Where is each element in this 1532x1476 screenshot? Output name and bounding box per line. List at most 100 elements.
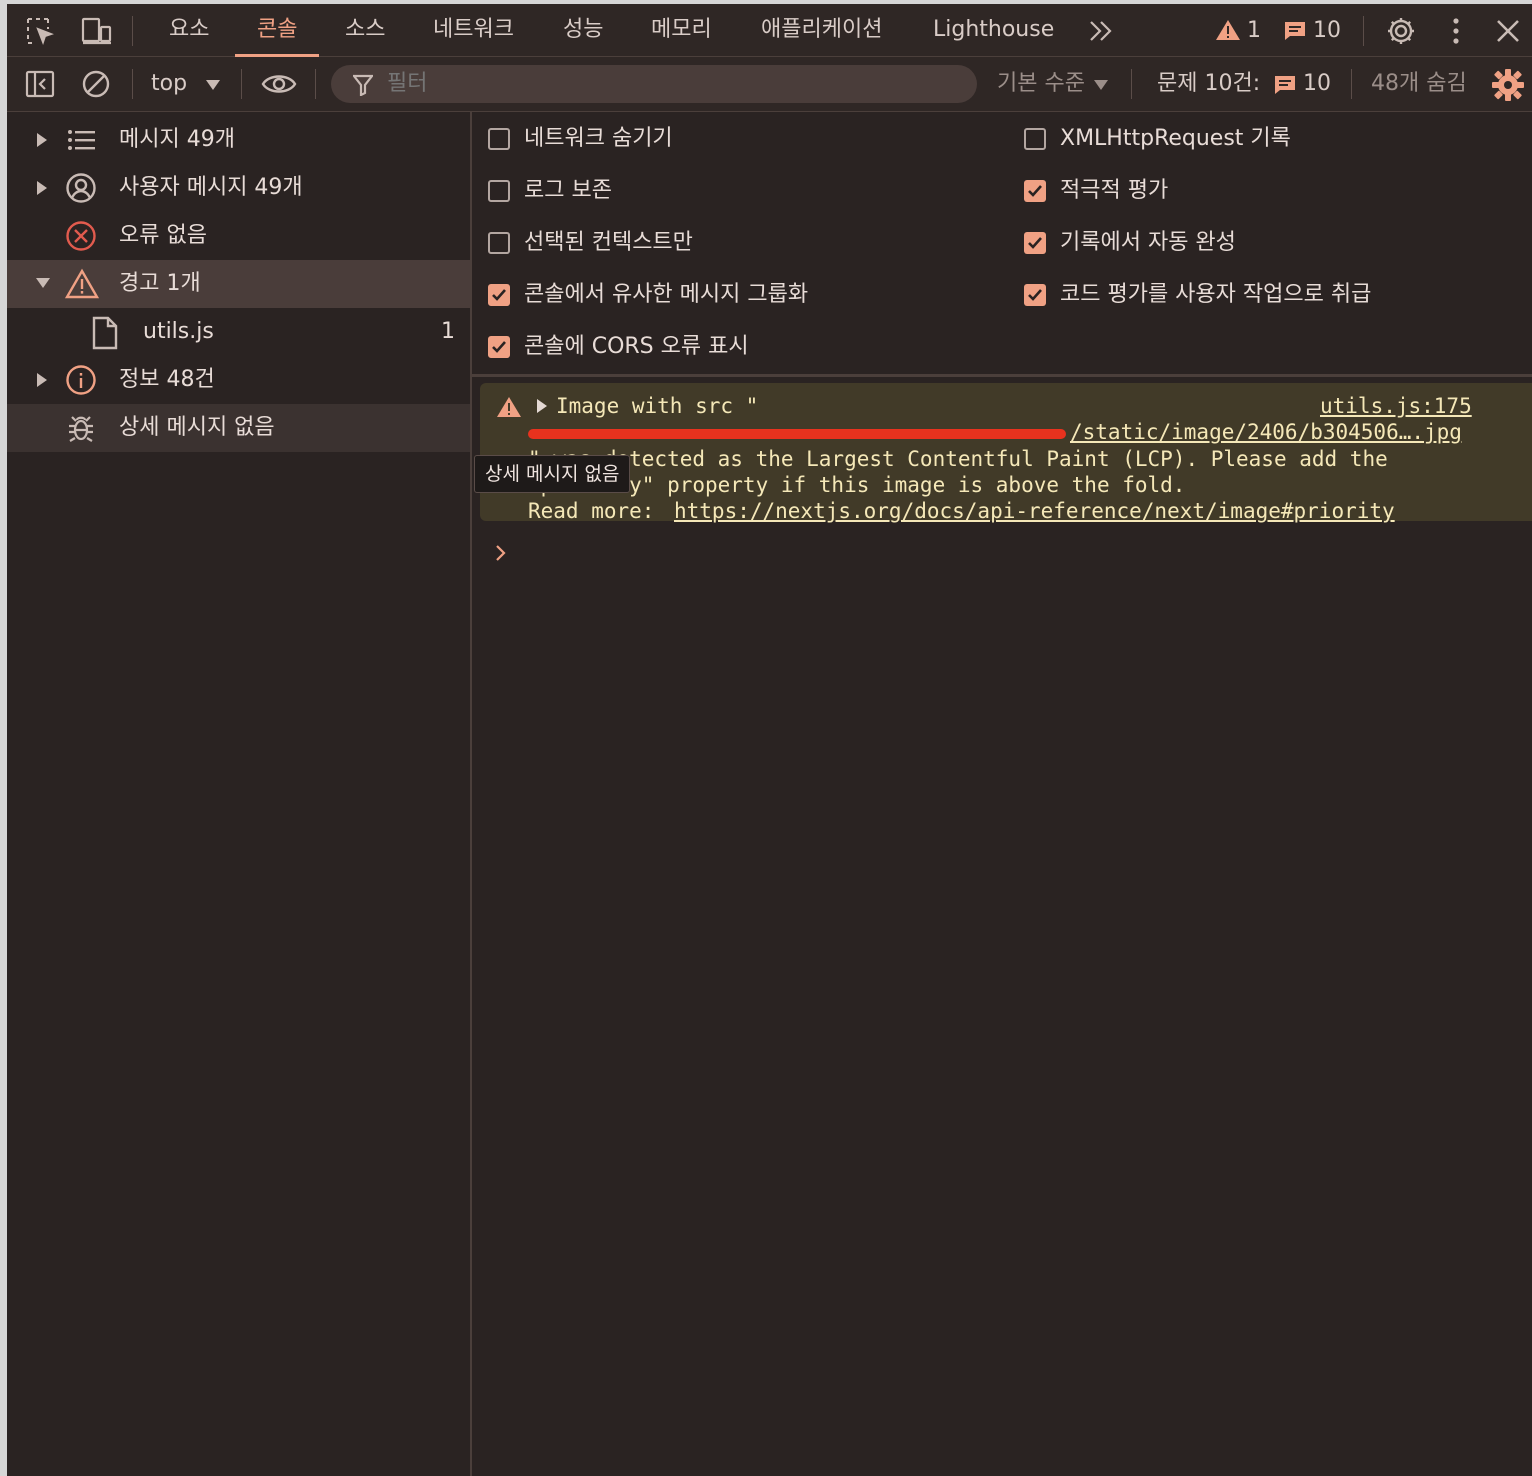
bug-icon xyxy=(65,412,97,444)
tab-memory[interactable]: 메모리 xyxy=(651,4,712,56)
tab-application[interactable]: 애플리케이션 xyxy=(761,4,882,56)
filter-input[interactable] xyxy=(387,65,947,103)
tab-network[interactable]: 네트워크 xyxy=(433,4,514,56)
console-toolbar: top 기본 수준 문제 10건: 10 48개 숨김 xyxy=(7,57,1532,112)
group-similar-option[interactable]: 콘솔에서 유사한 메시지 그룹화 xyxy=(472,274,992,314)
context-selector[interactable]: top xyxy=(151,57,187,111)
message-text-line-1: Image with src " xyxy=(556,394,759,418)
hidden-count: 48개 숨김 xyxy=(1371,71,1467,96)
option-label: 콘솔에서 유사한 메시지 그룹화 xyxy=(524,282,809,307)
issues-count[interactable]: 10 xyxy=(1303,57,1331,111)
log-level-dropdown-icon[interactable] xyxy=(1093,79,1123,109)
clear-console-icon[interactable] xyxy=(81,69,111,99)
more-tabs-icon[interactable] xyxy=(1087,18,1117,48)
expand-arrow-icon[interactable] xyxy=(35,372,49,388)
tab-elements[interactable]: 요소 xyxy=(169,4,209,56)
option-label: 기록에서 자동 완성 xyxy=(1060,230,1236,255)
sidebar-item-messages[interactable]: 메시지 49개 xyxy=(7,116,470,164)
eager-evaluation-checkbox[interactable] xyxy=(1024,180,1046,202)
selected-context-only-option[interactable]: 선택된 컨텍스트만 xyxy=(472,222,992,262)
option-label: 로그 보존 xyxy=(524,178,612,203)
sidebar-item-label: 오류 없음 xyxy=(119,223,207,248)
expand-message-icon[interactable] xyxy=(536,398,548,414)
sidebar-item-errors[interactable]: 오류 없음 xyxy=(7,212,470,260)
source-link[interactable]: utils.js:175 xyxy=(1320,393,1472,419)
group-similar-checkbox[interactable] xyxy=(488,284,510,306)
expand-arrow-icon[interactable] xyxy=(35,132,49,148)
user-activation-eval-option[interactable]: 코드 평가를 사용자 작업으로 취급 xyxy=(1008,274,1528,314)
list-icon xyxy=(65,124,97,156)
message-count[interactable]: 10 xyxy=(1313,16,1341,46)
sidebar-item-label: 메시지 49개 xyxy=(119,127,235,152)
show-cors-errors-option[interactable]: 콘솔에 CORS 오류 표시 xyxy=(472,326,992,366)
redaction-mark xyxy=(528,429,1066,439)
tab-lighthouse[interactable]: Lighthouse xyxy=(933,4,1054,56)
hide-network-checkbox[interactable] xyxy=(488,128,510,150)
selected-context-only-checkbox[interactable] xyxy=(488,232,510,254)
console-output: Image with src " utils.js:175 /static/im… xyxy=(472,377,1532,1476)
hide-network-option[interactable]: 네트워크 숨기기 xyxy=(472,118,992,158)
console-prompt-icon[interactable] xyxy=(494,543,508,563)
inspect-element-icon[interactable] xyxy=(25,16,55,46)
file-icon xyxy=(91,316,123,350)
filter-box[interactable] xyxy=(331,65,977,103)
settings-gear-icon[interactable] xyxy=(1385,15,1415,45)
option-label: 콘솔에 CORS 오류 표시 xyxy=(524,334,749,359)
filter-funnel-icon xyxy=(353,74,373,96)
device-toolbar-icon[interactable] xyxy=(81,16,112,46)
warning-count[interactable]: 1 xyxy=(1247,16,1261,46)
image-url-link[interactable]: /static/image/2406/b304506….jpg xyxy=(1070,419,1462,445)
preserve-log-checkbox[interactable] xyxy=(488,180,510,202)
context-dropdown-icon[interactable] xyxy=(205,79,235,109)
autocomplete-history-option[interactable]: 기록에서 자동 완성 xyxy=(1008,222,1528,262)
preserve-log-option[interactable]: 로그 보존 xyxy=(472,170,992,210)
sidebar-item-label: utils.js xyxy=(143,319,214,344)
tooltip: 상세 메시지 없음 xyxy=(474,455,631,493)
message-text-line-3: " was detected as the Largest Contentful… xyxy=(528,447,1388,471)
docs-link[interactable]: https://nextjs.org/docs/api-reference/ne… xyxy=(674,498,1395,524)
sidebar-item-verbose[interactable]: 상세 메시지 없음 xyxy=(7,404,470,452)
sidebar-item-label: 상세 메시지 없음 xyxy=(119,415,275,440)
tab-performance[interactable]: 성능 xyxy=(563,4,603,56)
sidebar-item-label: 사용자 메시지 49개 xyxy=(119,175,303,200)
warning-count-icon[interactable] xyxy=(1215,18,1245,48)
warning-message-icon xyxy=(496,395,522,419)
user-activation-eval-checkbox[interactable] xyxy=(1024,284,1046,306)
sidebar-item-user-messages[interactable]: 사용자 메시지 49개 xyxy=(7,164,470,212)
more-options-icon[interactable] xyxy=(1447,16,1477,46)
option-label: 적극적 평가 xyxy=(1060,178,1169,203)
error-icon xyxy=(65,220,97,252)
expand-arrow-icon[interactable] xyxy=(35,180,49,196)
live-expression-eye-icon[interactable] xyxy=(261,71,297,101)
devtools-window: 요소 콘솔 소스 네트워크 성능 메모리 애플리케이션 Lighthouse 1… xyxy=(7,4,1532,1476)
collapse-arrow-icon[interactable] xyxy=(35,276,51,290)
sidebar-item-file[interactable]: utils.js 1 xyxy=(7,308,470,356)
console-settings-gear-icon[interactable] xyxy=(1491,68,1524,101)
option-label: XMLHttpRequest 기록 xyxy=(1060,126,1291,151)
issues-label[interactable]: 문제 10건: xyxy=(1157,57,1260,111)
read-more-label: Read more: xyxy=(528,499,668,523)
autocomplete-history-checkbox[interactable] xyxy=(1024,232,1046,254)
warning-icon xyxy=(65,268,99,300)
sidebar-item-label: 경고 1개 xyxy=(119,271,201,296)
option-label: 선택된 컨텍스트만 xyxy=(524,230,693,255)
sidebar-item-info[interactable]: 정보 48건 xyxy=(7,356,470,404)
eager-evaluation-option[interactable]: 적극적 평가 xyxy=(1008,170,1528,210)
log-xmlhttprequest-option[interactable]: XMLHttpRequest 기록 xyxy=(1008,118,1528,158)
issues-message-icon[interactable] xyxy=(1273,74,1303,104)
message-count-icon[interactable] xyxy=(1283,20,1313,50)
warning-message[interactable]: Image with src " utils.js:175 /static/im… xyxy=(480,383,1532,524)
log-level-selector[interactable]: 기본 수준 xyxy=(997,57,1085,111)
option-label: 코드 평가를 사용자 작업으로 취급 xyxy=(1060,282,1372,307)
info-icon xyxy=(65,364,97,396)
console-sidebar: 메시지 49개 사용자 메시지 49개 오류 없음 경고 1개 utils.js… xyxy=(7,112,472,1476)
close-icon[interactable] xyxy=(1495,18,1525,48)
tab-sources[interactable]: 소스 xyxy=(345,4,385,56)
main-tab-bar: 요소 콘솔 소스 네트워크 성능 메모리 애플리케이션 Lighthouse 1… xyxy=(7,4,1532,57)
sidebar-item-warnings[interactable]: 경고 1개 xyxy=(7,260,470,308)
tab-console[interactable]: 콘솔 xyxy=(234,4,321,57)
log-xmlhttprequest-checkbox[interactable] xyxy=(1024,128,1046,150)
toggle-sidebar-icon[interactable] xyxy=(25,69,55,99)
show-cors-errors-checkbox[interactable] xyxy=(488,336,510,358)
console-settings-panel: 네트워크 숨기기 로그 보존 선택된 컨텍스트만 콘솔에서 유사한 메시지 그룹… xyxy=(472,112,1532,377)
